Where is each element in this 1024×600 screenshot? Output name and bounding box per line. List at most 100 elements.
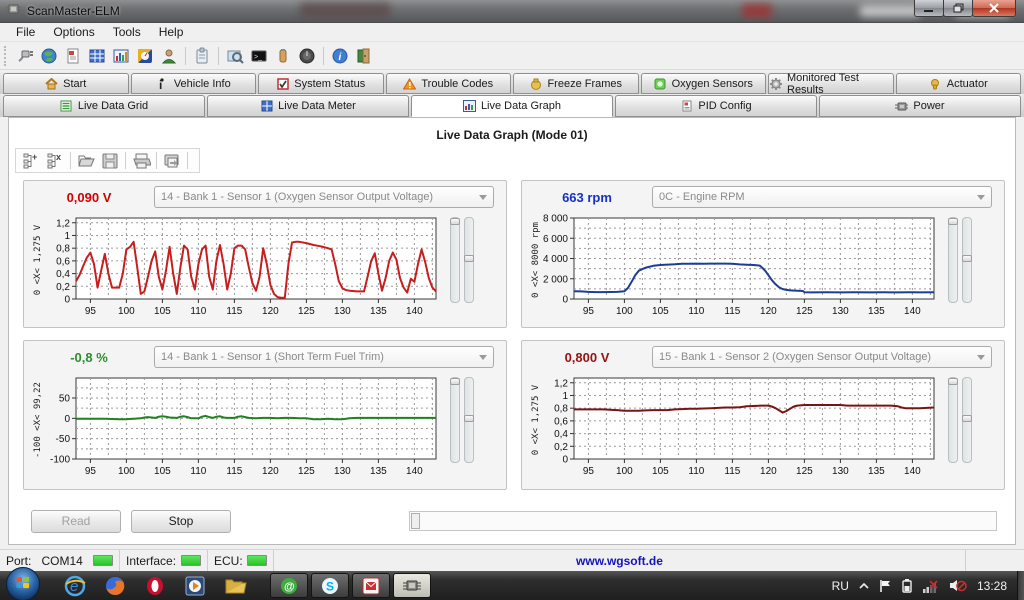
tab-pid-config[interactable]: PID Config xyxy=(615,95,817,117)
data-grid-icon[interactable] xyxy=(86,45,108,67)
svg-text:110: 110 xyxy=(688,306,704,317)
zoom-slider[interactable] xyxy=(948,377,958,463)
clipboard-icon[interactable] xyxy=(191,45,213,67)
language-indicator[interactable]: RU xyxy=(832,579,849,593)
minimize-button[interactable] xyxy=(914,0,944,17)
open-icon[interactable] xyxy=(74,150,98,171)
tab-live-data-grid[interactable]: Live Data Grid xyxy=(3,95,205,117)
document-icon xyxy=(680,100,693,113)
svg-text:1: 1 xyxy=(64,231,70,242)
save-icon[interactable] xyxy=(98,150,122,171)
start-button[interactable] xyxy=(6,567,40,600)
volume-muted-icon[interactable] xyxy=(949,578,967,593)
media-player-icon[interactable] xyxy=(184,575,206,597)
svg-text:0,8: 0,8 xyxy=(56,244,70,255)
pid-selector[interactable]: 0C - Engine RPM xyxy=(652,186,992,208)
menu-help[interactable]: Help xyxy=(151,23,192,41)
report-icon[interactable] xyxy=(62,45,84,67)
mail-agent-taskbar-button[interactable]: @ xyxy=(270,573,308,598)
data-graph-icon[interactable] xyxy=(110,45,132,67)
battery-icon[interactable] xyxy=(272,45,294,67)
svg-text:95: 95 xyxy=(85,466,97,477)
website-link[interactable]: www.wgsoft.de xyxy=(576,554,663,568)
svg-text:x: x xyxy=(56,152,61,162)
live-data-graph-page: Live Data Graph (Mode 01) + x 0,090 V 14… xyxy=(8,117,1016,545)
svg-text:1,2: 1,2 xyxy=(554,378,568,389)
svg-text:@: @ xyxy=(284,581,295,593)
tab-vehicle-info[interactable]: iVehicle Info xyxy=(131,73,257,94)
mail-app-taskbar-button[interactable] xyxy=(352,573,390,598)
add-graph-icon[interactable]: + xyxy=(19,150,43,171)
svg-text:130: 130 xyxy=(832,306,849,317)
y-axis-label: 0 <X< 8000 rpm xyxy=(522,213,536,313)
tab-power[interactable]: Power xyxy=(819,95,1021,117)
search-window-icon[interactable] xyxy=(224,45,246,67)
zoom-slider[interactable] xyxy=(948,217,958,303)
offset-slider[interactable] xyxy=(464,377,474,463)
close-button[interactable] xyxy=(972,0,1016,17)
tab-monitored-test-results[interactable]: Monitored Test Results xyxy=(768,73,894,94)
tab-live-data-meter[interactable]: Live Data Meter xyxy=(207,95,409,117)
zoom-slider[interactable] xyxy=(450,217,460,303)
tab-actuator[interactable]: Actuator xyxy=(896,73,1022,94)
svg-text:+: + xyxy=(32,152,37,162)
menu-file[interactable]: File xyxy=(8,23,43,41)
offset-slider[interactable] xyxy=(464,217,474,303)
opera-icon[interactable] xyxy=(144,575,166,597)
menu-tools[interactable]: Tools xyxy=(105,23,149,41)
show-desktop-button[interactable] xyxy=(1017,571,1024,600)
internet-explorer-icon[interactable]: e xyxy=(64,575,86,597)
tab-live-data-graph[interactable]: Live Data Graph xyxy=(411,95,613,117)
svg-text:100: 100 xyxy=(616,466,633,477)
terminal-icon[interactable]: >_ xyxy=(248,45,270,67)
stop-button[interactable]: Stop xyxy=(131,510,231,533)
clock[interactable]: 13:28 xyxy=(977,579,1007,593)
tab-system-status[interactable]: System Status xyxy=(258,73,384,94)
tab-trouble-codes[interactable]: Trouble Codes xyxy=(386,73,512,94)
info-icon[interactable]: i xyxy=(329,45,351,67)
exit-icon[interactable] xyxy=(353,45,375,67)
zoom-slider[interactable] xyxy=(450,377,460,463)
interface-label: Interface: xyxy=(126,554,176,568)
globe-icon[interactable] xyxy=(38,45,60,67)
pid-selector[interactable]: 14 - Bank 1 - Sensor 1 (Short Term Fuel … xyxy=(154,346,494,368)
scanmaster-taskbar-button[interactable] xyxy=(393,573,431,598)
pid-selector[interactable]: 15 - Bank 1 - Sensor 2 (Oxygen Sensor Ou… xyxy=(652,346,992,368)
firefox-icon[interactable] xyxy=(104,575,126,597)
menu-options[interactable]: Options xyxy=(45,23,102,41)
svg-text:110: 110 xyxy=(190,466,206,477)
chevron-down-icon xyxy=(977,355,985,360)
svg-text:-100: -100 xyxy=(50,455,70,466)
battery-icon[interactable] xyxy=(902,578,912,593)
svg-text:8 000: 8 000 xyxy=(543,214,568,225)
connect-icon[interactable] xyxy=(14,45,36,67)
user-icon[interactable] xyxy=(158,45,180,67)
tab-freeze-frames[interactable]: Freeze Frames xyxy=(513,73,639,94)
print-icon[interactable] xyxy=(129,150,153,171)
explorer-folder-icon[interactable] xyxy=(224,576,248,596)
dial-icon[interactable] xyxy=(296,45,318,67)
line-chart: 00,20,40,60,811,295100105110115120125130… xyxy=(536,373,944,484)
print-export-icon[interactable] xyxy=(160,150,184,171)
svg-text:130: 130 xyxy=(334,306,351,317)
svg-text:105: 105 xyxy=(154,306,171,317)
restore-button[interactable] xyxy=(943,0,973,17)
offset-slider[interactable] xyxy=(962,217,972,303)
skype-taskbar-button[interactable]: S xyxy=(311,573,349,598)
tab-oxygen-sensors[interactable]: Oxygen Sensors xyxy=(641,73,767,94)
pid-selector[interactable]: 14 - Bank 1 - Sensor 1 (Oxygen Sensor Ou… xyxy=(154,186,494,208)
tab-start[interactable]: Start xyxy=(3,73,129,94)
offset-slider[interactable] xyxy=(962,377,972,463)
scale-sliders xyxy=(450,377,474,463)
read-button[interactable]: Read xyxy=(31,510,121,533)
hidden-icons-arrow-icon[interactable] xyxy=(859,582,869,590)
network-icon[interactable] xyxy=(922,579,939,593)
current-value: 0,800 V xyxy=(522,350,652,365)
control-button-row: Read Stop xyxy=(9,506,1017,542)
gauges-icon[interactable] xyxy=(134,45,156,67)
meter-icon xyxy=(260,100,273,113)
svg-text:100: 100 xyxy=(118,466,135,477)
remove-graph-icon[interactable]: x xyxy=(43,150,67,171)
action-center-flag-icon[interactable] xyxy=(879,579,892,593)
home-icon xyxy=(45,77,58,90)
